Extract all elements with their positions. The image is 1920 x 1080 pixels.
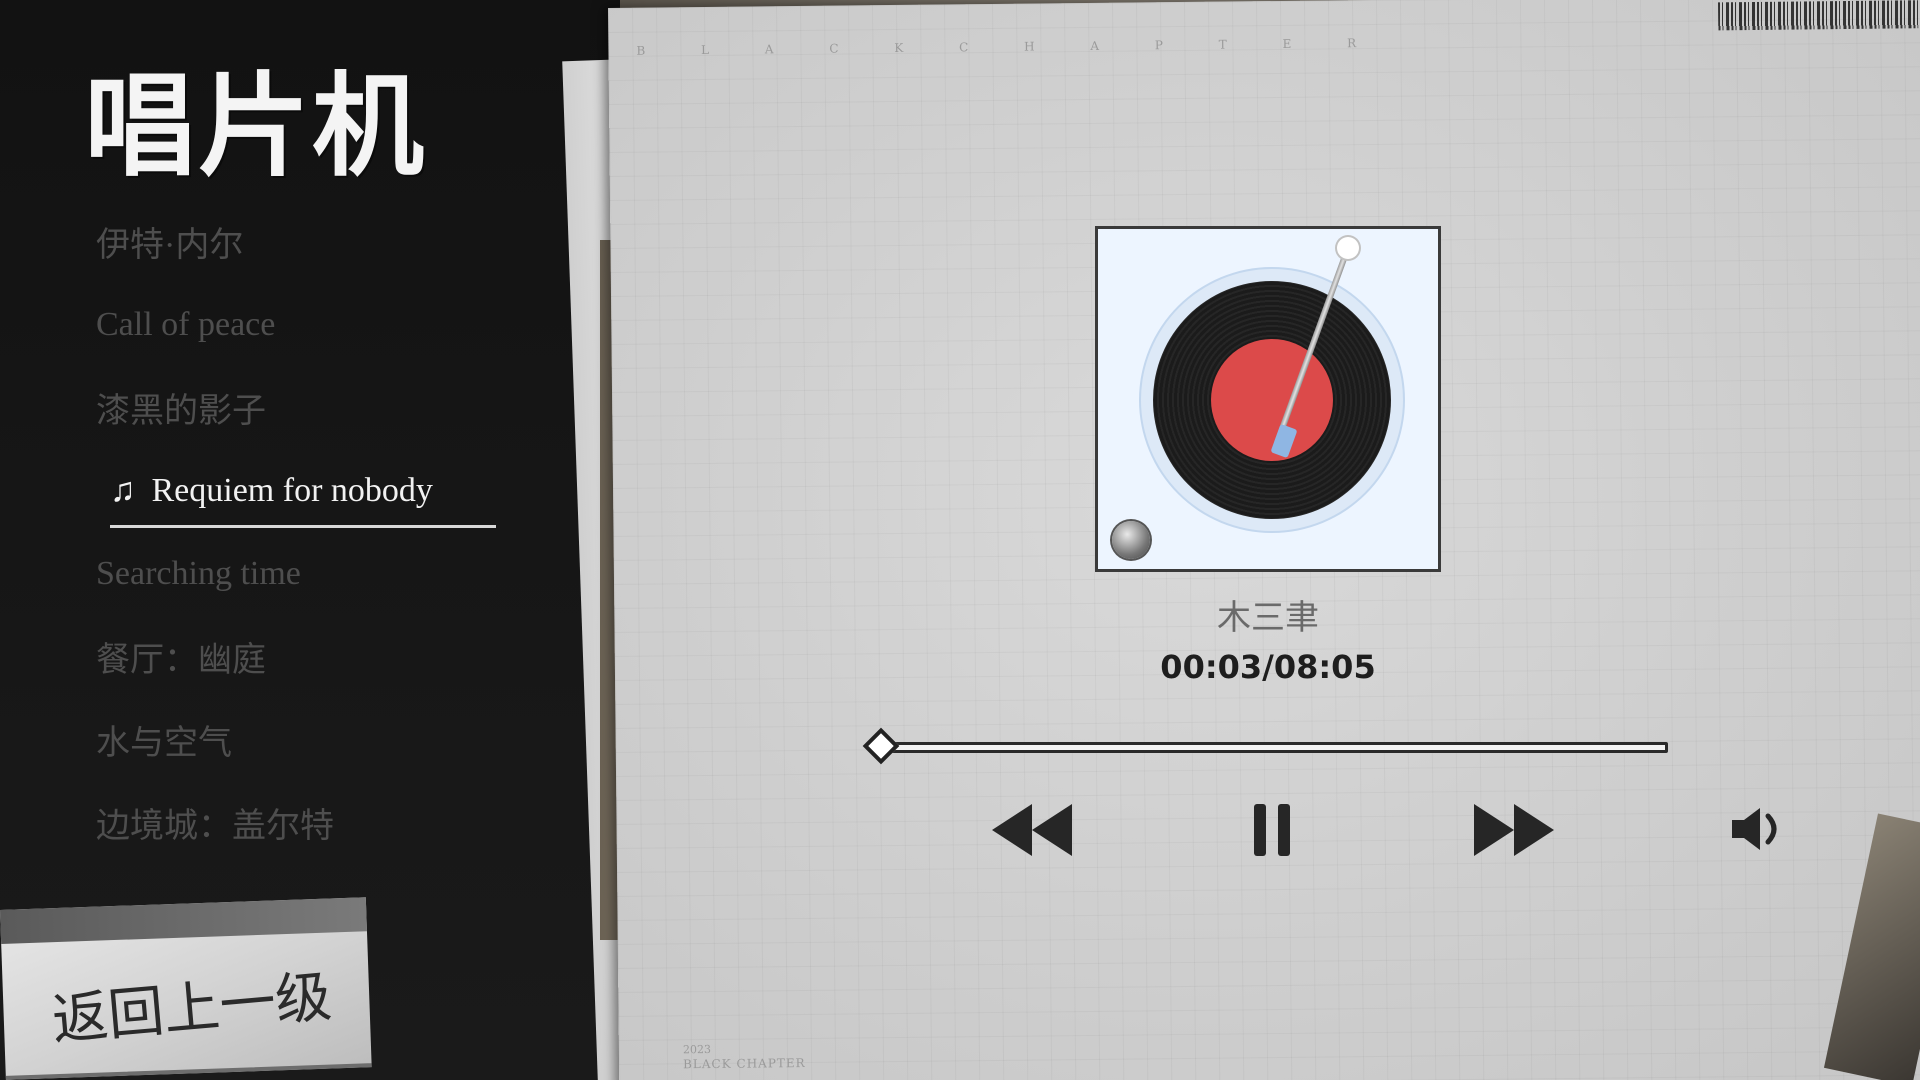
track-label: Requiem for nobody xyxy=(151,471,433,509)
track-item[interactable]: Call of peace xyxy=(96,283,516,366)
track-label: 伊特·内尔 xyxy=(96,227,244,264)
pause-button[interactable] xyxy=(1252,804,1292,856)
track-label: 餐厅：幽庭 xyxy=(96,642,266,679)
track-label: Searching time xyxy=(96,554,301,592)
pause-icon xyxy=(1254,804,1290,856)
music-note-icon: ♫ xyxy=(110,471,136,509)
track-item[interactable]: Searching time xyxy=(96,532,516,615)
track-label: 漆黑的影子 xyxy=(96,393,266,430)
track-label: Call of peace xyxy=(96,305,276,343)
page-title: 唱片机 xyxy=(84,61,426,192)
paper-footer-brand: BLACK CHAPTER xyxy=(682,1055,806,1072)
album-art xyxy=(1095,226,1441,572)
artist-name: 木三聿 xyxy=(1217,598,1319,638)
barcode xyxy=(1718,0,1919,31)
track-item[interactable]: 水与空气 xyxy=(96,698,516,781)
back-button[interactable]: 返回上一级 xyxy=(0,897,372,1080)
fast-forward-icon xyxy=(1474,804,1554,856)
back-button-label: 返回上一级 xyxy=(49,964,335,1054)
track-item[interactable]: 伊特·内尔 xyxy=(96,200,516,283)
rewind-button[interactable] xyxy=(990,800,1074,860)
track-label: 水与空气 xyxy=(96,725,232,762)
track-item[interactable]: 漆黑的影子 xyxy=(96,366,516,449)
left-panel: 唱片机 伊特·内尔 Call of peace 漆黑的影子 ♫ Requiem … xyxy=(0,0,640,1080)
rewind-icon xyxy=(992,804,1072,856)
volume-button[interactable] xyxy=(1730,806,1786,852)
back-button-tape xyxy=(0,897,367,944)
track-item-active[interactable]: ♫ Requiem for nobody xyxy=(96,449,516,532)
playback-time: 00:03/08:05 xyxy=(1160,648,1376,686)
paper-header: B L A C K C H A P T E R xyxy=(636,35,1383,58)
progress-bar[interactable] xyxy=(876,742,1668,753)
track-label: 边境城：盖尔特 xyxy=(96,808,334,845)
jukebox-screen: 唱片机 伊特·内尔 Call of peace 漆黑的影子 ♫ Requiem … xyxy=(0,0,1920,1080)
track-item[interactable]: 边境城：盖尔特 xyxy=(96,781,516,864)
playlist: 伊特·内尔 Call of peace 漆黑的影子 ♫ Requiem for … xyxy=(96,200,516,864)
album-knob xyxy=(1112,521,1150,559)
fast-forward-button[interactable] xyxy=(1472,800,1556,860)
volume-icon xyxy=(1732,808,1777,850)
vinyl-label xyxy=(1211,339,1333,461)
paper-footer-year: 2023 xyxy=(682,1042,711,1057)
track-item[interactable]: 餐厅：幽庭 xyxy=(96,615,516,698)
tonearm-pivot xyxy=(1337,237,1359,259)
